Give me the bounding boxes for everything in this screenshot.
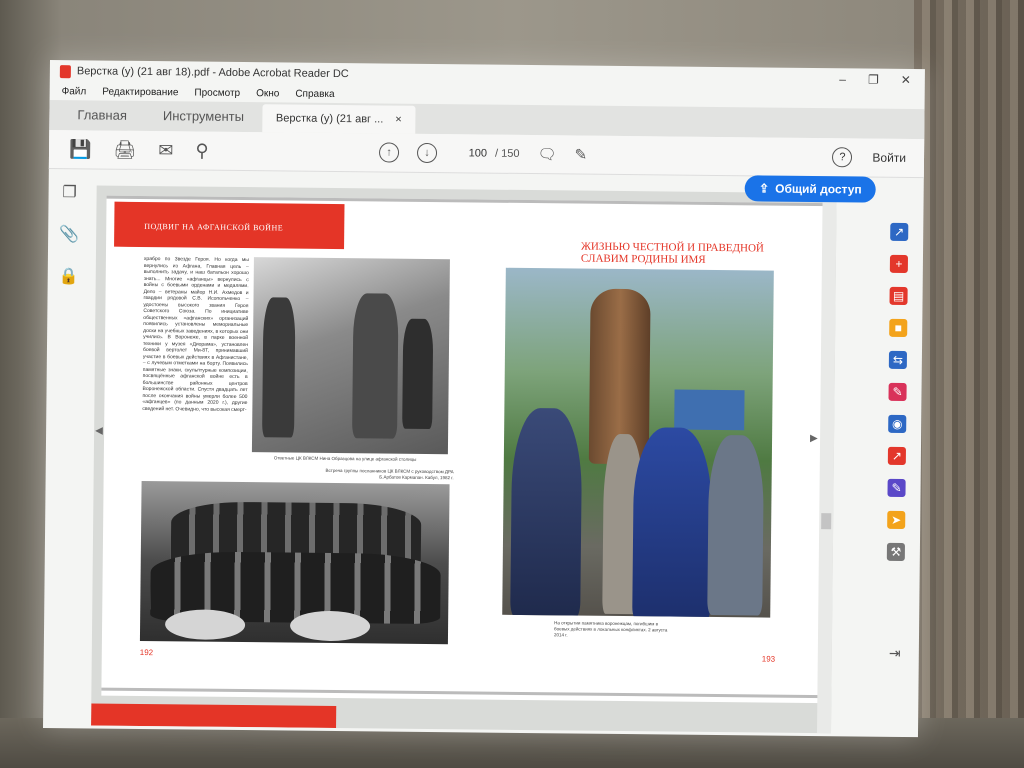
right-page: ЖИЗНЬЮ ЧЕСТНОЙ И ПРАВЕДНОЙ СЛАВИМ РОДИНЫ… xyxy=(461,199,828,703)
person-veteran xyxy=(510,407,583,618)
export-icon[interactable]: ↗ xyxy=(887,446,906,465)
next-page-icon[interactable]: ↓ xyxy=(416,142,438,164)
security-lock-icon[interactable]: 🔒 xyxy=(59,266,79,286)
maximize-button[interactable]: ❐ xyxy=(868,73,879,87)
collapse-rail-icon[interactable]: ⇥ xyxy=(889,645,901,662)
photo-memorial xyxy=(502,267,774,618)
fill-sign-icon[interactable]: ✎ xyxy=(888,382,907,401)
prev-page-icon[interactable]: ↑ xyxy=(378,142,400,163)
menu-view[interactable]: Просмотр xyxy=(194,87,240,98)
share-icon: ⇪ xyxy=(759,181,770,196)
email-icon[interactable]: ✉ xyxy=(158,140,173,161)
protect-icon[interactable]: ◉ xyxy=(888,414,907,433)
comment-tool-icon[interactable]: 🗨 xyxy=(537,145,556,163)
export-pdf-icon[interactable]: ↗ xyxy=(890,222,909,241)
next-spread-red-bar xyxy=(91,703,337,729)
tools-rail: ↗ + ▤ ■ ⇆ ✎ ◉ ↗ ✎ ➤ ⚒ ⇥ xyxy=(870,209,924,743)
attachment-icon[interactable]: 📎 xyxy=(59,224,79,244)
prev-spread-arrow-icon[interactable]: ◀ xyxy=(95,425,103,436)
photo-group xyxy=(139,480,450,645)
help-icon[interactable]: ? xyxy=(832,147,853,168)
tab-close-icon[interactable]: × xyxy=(395,114,402,126)
left-navigation-rail: ❐ 📎 🔒 xyxy=(43,168,91,742)
signin-button[interactable]: Войти xyxy=(872,151,906,165)
save-icon[interactable]: 💾 xyxy=(69,139,92,160)
menu-file[interactable]: Файл xyxy=(62,86,87,97)
acrobat-app-icon xyxy=(59,64,71,78)
create-pdf-icon[interactable]: + xyxy=(889,254,909,273)
right-photo-caption: На открытии памятника воронежцам, погибш… xyxy=(553,620,668,638)
share-button[interactable]: ⇪ Общий доступ xyxy=(744,175,876,203)
tab-document[interactable]: Верстка (у) (21 авг ... × xyxy=(261,104,416,134)
page-number-input[interactable] xyxy=(454,146,490,161)
tab-document-label: Верстка (у) (21 авг ... xyxy=(275,112,384,126)
search-icon[interactable]: ⚲ xyxy=(195,140,208,161)
minimize-button[interactable]: – xyxy=(839,72,846,86)
more-tools-icon[interactable]: ⚒ xyxy=(886,542,905,561)
chapter-heading: ПОДВИГ НА АФГАНСКОЙ ВОЙНЕ xyxy=(144,221,284,233)
next-spread-arrow-icon[interactable]: ▶ xyxy=(810,433,818,444)
right-page-number: 193 xyxy=(761,654,776,664)
page-total: / 150 xyxy=(494,147,520,160)
page-navigator: / 150 xyxy=(454,146,520,161)
photo-building xyxy=(674,389,745,431)
pen-tool-icon[interactable]: ✎ xyxy=(574,145,587,163)
send-icon[interactable]: ➤ xyxy=(887,510,906,529)
comment-icon[interactable]: ■ xyxy=(889,318,908,337)
toolbar: 💾 🖨 ✉ ⚲ ↑ ↓ / 150 🗨 ✎ ? Войти xyxy=(48,129,925,179)
tab-home[interactable]: Главная xyxy=(59,107,145,131)
page-spread: ПОДВИГ НА АФГАНСКОЙ ВОЙНЕ храбро по Звез… xyxy=(101,195,829,704)
photo1-caption: Ответные ЦК ВЛКСМ Нина Образцова на улиц… xyxy=(273,455,417,462)
print-icon[interactable]: 🖨 xyxy=(113,139,136,160)
window-title: Верстка (у) (21 авг 18).pdf - Adobe Acro… xyxy=(76,65,349,81)
person-speaker xyxy=(632,427,713,618)
person-right xyxy=(707,434,765,616)
page-headline: ЖИЗНЬЮ ЧЕСТНОЙ И ПРАВЕДНОЙ СЛАВИМ РОДИНЫ… xyxy=(580,240,764,266)
body-text: храбро по Звезде Героя. Но когда мы верн… xyxy=(142,255,249,413)
share-button-label: Общий доступ xyxy=(775,181,862,197)
chapter-heading-block: ПОДВИГ НА АФГАНСКОЙ ВОЙНЕ xyxy=(114,201,345,250)
photo-street xyxy=(251,257,450,455)
combine-files-icon[interactable]: ⇆ xyxy=(888,350,907,369)
tab-tools[interactable]: Инструменты xyxy=(145,108,262,132)
menu-edit[interactable]: Редактирование xyxy=(102,86,178,98)
document-view[interactable]: ПОДВИГ НА АФГАНСКОЙ ВОЙНЕ храбро по Звез… xyxy=(91,185,837,734)
left-page-number: 192 xyxy=(139,647,154,658)
edit-pdf-icon[interactable]: ▤ xyxy=(889,286,908,305)
scrollbar-thumb[interactable] xyxy=(821,513,832,530)
menu-window[interactable]: Окно xyxy=(256,88,279,99)
photo2-caption: Встреча группы посланников ЦК ВЛКСМ с ру… xyxy=(325,467,454,481)
close-window-button[interactable]: ✕ xyxy=(901,73,911,87)
menu-help[interactable]: Справка xyxy=(295,88,334,99)
background-curtain xyxy=(914,0,1024,768)
left-page: ПОДВИГ НА АФГАНСКОЙ ВОЙНЕ храбро по Звез… xyxy=(101,196,466,700)
sign-icon[interactable]: ✎ xyxy=(887,478,906,497)
acrobat-window: Верстка (у) (21 авг 18).pdf - Adobe Acro… xyxy=(43,60,925,738)
pages-icon[interactable]: ❐ xyxy=(62,182,77,202)
